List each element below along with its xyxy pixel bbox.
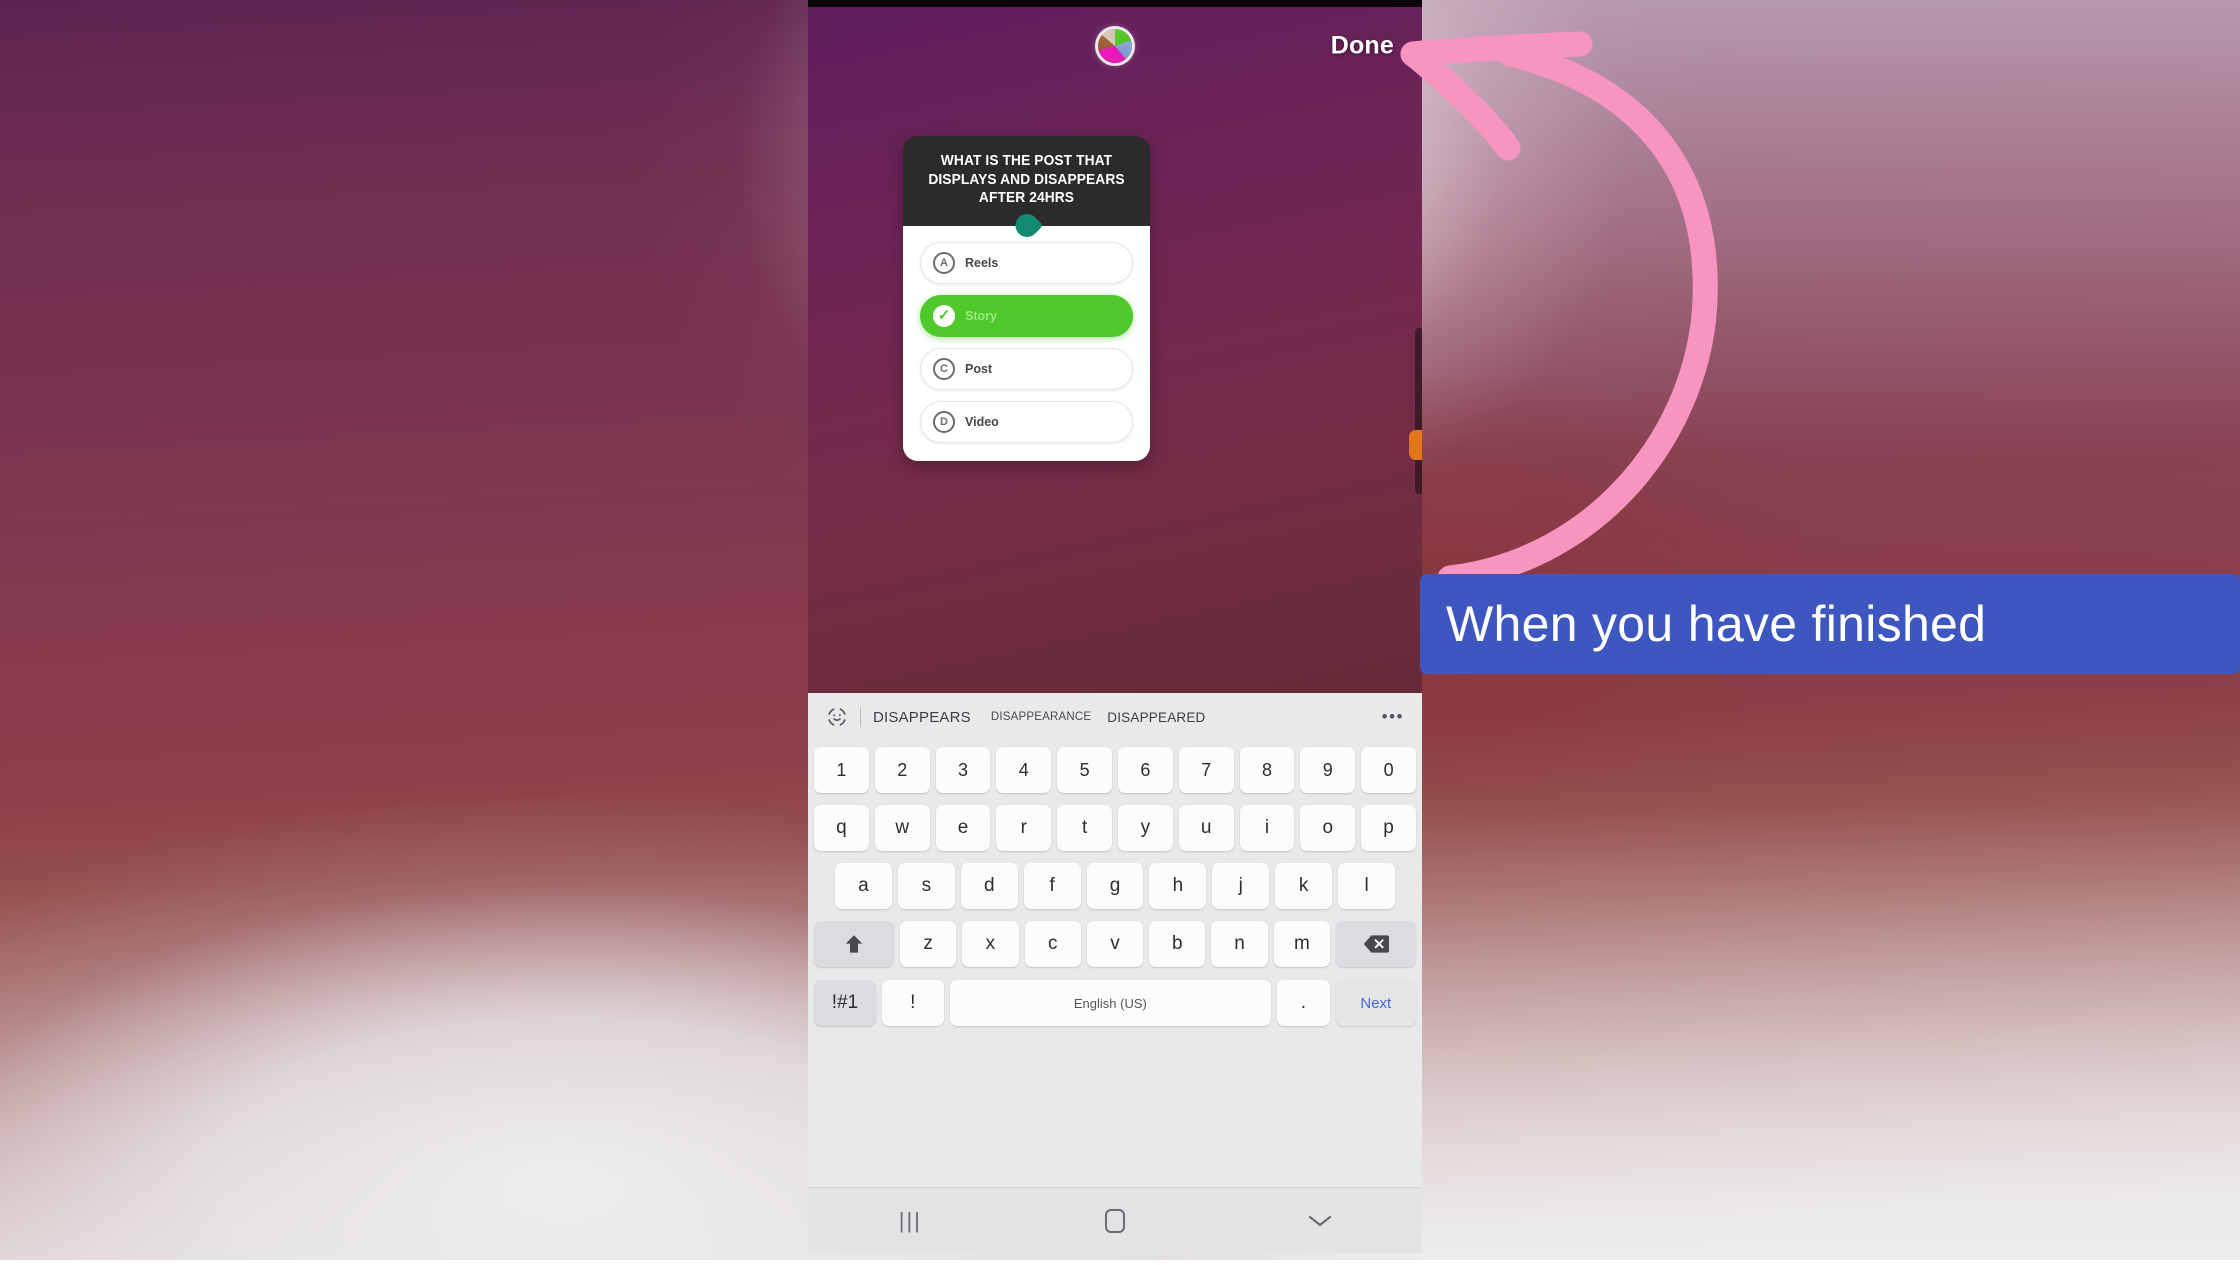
key-6[interactable]: 6 <box>1118 747 1173 793</box>
suggestion-divider <box>860 707 861 727</box>
exclamation-key[interactable]: ! <box>882 980 944 1026</box>
quiz-question-text: WHAT IS THE POST THAT DISPLAYS AND DISAP… <box>921 152 1133 208</box>
key-c[interactable]: c <box>1025 921 1081 967</box>
home-icon <box>1105 1209 1125 1233</box>
key-f[interactable]: f <box>1024 863 1081 909</box>
suggestions-more-button[interactable]: ••• <box>1382 707 1408 727</box>
key-g[interactable]: g <box>1087 863 1144 909</box>
period-key[interactable]: . <box>1277 980 1330 1026</box>
key-q[interactable]: q <box>814 805 869 851</box>
key-1[interactable]: 1 <box>814 747 869 793</box>
key-a[interactable]: a <box>835 863 892 909</box>
suggestion-word-2[interactable]: DISAPPEARANCE <box>991 711 1091 723</box>
quiz-answer-option-d[interactable]: D Video <box>920 401 1133 443</box>
key-m[interactable]: m <box>1274 921 1330 967</box>
key-h[interactable]: h <box>1149 863 1206 909</box>
key-n[interactable]: n <box>1211 921 1267 967</box>
android-nav-bar: ||| <box>808 1187 1422 1253</box>
answer-label-a: Reels <box>965 256 998 270</box>
home-button[interactable] <box>1013 1209 1218 1233</box>
key-v[interactable]: v <box>1087 921 1143 967</box>
key-i[interactable]: i <box>1240 805 1295 851</box>
answer-badge-a: A <box>933 252 955 274</box>
key-d[interactable]: d <box>961 863 1018 909</box>
emoji-sticker-icon[interactable] <box>822 702 852 732</box>
key-r[interactable]: r <box>996 805 1051 851</box>
answer-badge-d: D <box>933 411 955 433</box>
phone-top-bezel <box>808 0 1422 7</box>
key-u[interactable]: u <box>1179 805 1234 851</box>
key-z[interactable]: z <box>900 921 956 967</box>
key-5[interactable]: 5 <box>1057 747 1112 793</box>
suggestion-word-1[interactable]: DISAPPEARS <box>873 709 971 726</box>
quiz-answer-option-a[interactable]: A Reels <box>920 242 1133 284</box>
keyboard-row-numbers: 1 2 3 4 5 6 7 8 9 0 <box>808 741 1422 799</box>
answer-label-b: Story <box>965 309 997 323</box>
answer-label-c: Post <box>965 362 992 376</box>
phone-screen: Done WHAT IS THE POST THAT DISPLAYS AND … <box>808 0 1422 1260</box>
answer-badge-b-check-icon: ✓ <box>933 305 955 327</box>
key-7[interactable]: 7 <box>1179 747 1234 793</box>
done-button[interactable]: Done <box>1331 32 1394 61</box>
symbols-key[interactable]: !#1 <box>814 980 876 1026</box>
key-k[interactable]: k <box>1275 863 1332 909</box>
story-editor-toolbar: Done <box>808 7 1422 85</box>
answer-badge-c: C <box>933 358 955 380</box>
keyboard-row-bottom: !#1 ! English (US) . Next <box>808 973 1422 1033</box>
hide-keyboard-button[interactable] <box>1217 1212 1422 1230</box>
recents-icon[interactable]: ||| <box>808 1208 1013 1234</box>
chevron-down-icon <box>1306 1212 1334 1230</box>
backspace-icon[interactable] <box>1336 921 1416 967</box>
key-2[interactable]: 2 <box>875 747 930 793</box>
keyboard-row-qwerty: q w e r t y u i o p <box>808 799 1422 857</box>
key-9[interactable]: 9 <box>1300 747 1355 793</box>
key-s[interactable]: s <box>898 863 955 909</box>
keyboard-row-asdf: a s d f g h j k l <box>808 857 1422 915</box>
key-0[interactable]: 0 <box>1361 747 1416 793</box>
space-key[interactable]: English (US) <box>950 980 1271 1026</box>
quiz-answer-list: A Reels ✓ Story C Post D Video <box>903 226 1150 461</box>
key-3[interactable]: 3 <box>936 747 991 793</box>
key-e[interactable]: e <box>936 805 991 851</box>
next-key[interactable]: Next <box>1336 980 1416 1026</box>
color-wheel-icon[interactable] <box>1098 29 1132 63</box>
quiz-question-header[interactable]: WHAT IS THE POST THAT DISPLAYS AND DISAP… <box>903 136 1150 226</box>
key-b[interactable]: b <box>1149 921 1205 967</box>
answer-label-d: Video <box>965 415 999 429</box>
quiz-answer-option-c[interactable]: C Post <box>920 348 1133 390</box>
quiz-answer-option-b[interactable]: ✓ Story <box>920 295 1133 337</box>
palette-swatch-orange[interactable] <box>1409 430 1422 460</box>
shift-arrow-icon[interactable] <box>814 921 894 967</box>
color-palette-strip[interactable] <box>1415 328 1422 494</box>
key-o[interactable]: o <box>1300 805 1355 851</box>
key-4[interactable]: 4 <box>996 747 1051 793</box>
keyboard-row-zxcv: z x c v b n m <box>808 915 1422 973</box>
key-8[interactable]: 8 <box>1240 747 1295 793</box>
keyboard-suggestion-bar: DISAPPEARS DISAPPEARANCE DISAPPEARED ••• <box>808 693 1422 741</box>
key-x[interactable]: x <box>962 921 1018 967</box>
key-p[interactable]: p <box>1361 805 1416 851</box>
on-screen-keyboard: DISAPPEARS DISAPPEARANCE DISAPPEARED •••… <box>808 693 1422 1187</box>
key-w[interactable]: w <box>875 805 930 851</box>
key-t[interactable]: t <box>1057 805 1112 851</box>
key-l[interactable]: l <box>1338 863 1395 909</box>
quiz-sticker[interactable]: WHAT IS THE POST THAT DISPLAYS AND DISAP… <box>903 136 1150 461</box>
key-j[interactable]: j <box>1212 863 1269 909</box>
suggestion-word-3[interactable]: DISAPPEARED <box>1107 710 1205 725</box>
key-y[interactable]: y <box>1118 805 1173 851</box>
